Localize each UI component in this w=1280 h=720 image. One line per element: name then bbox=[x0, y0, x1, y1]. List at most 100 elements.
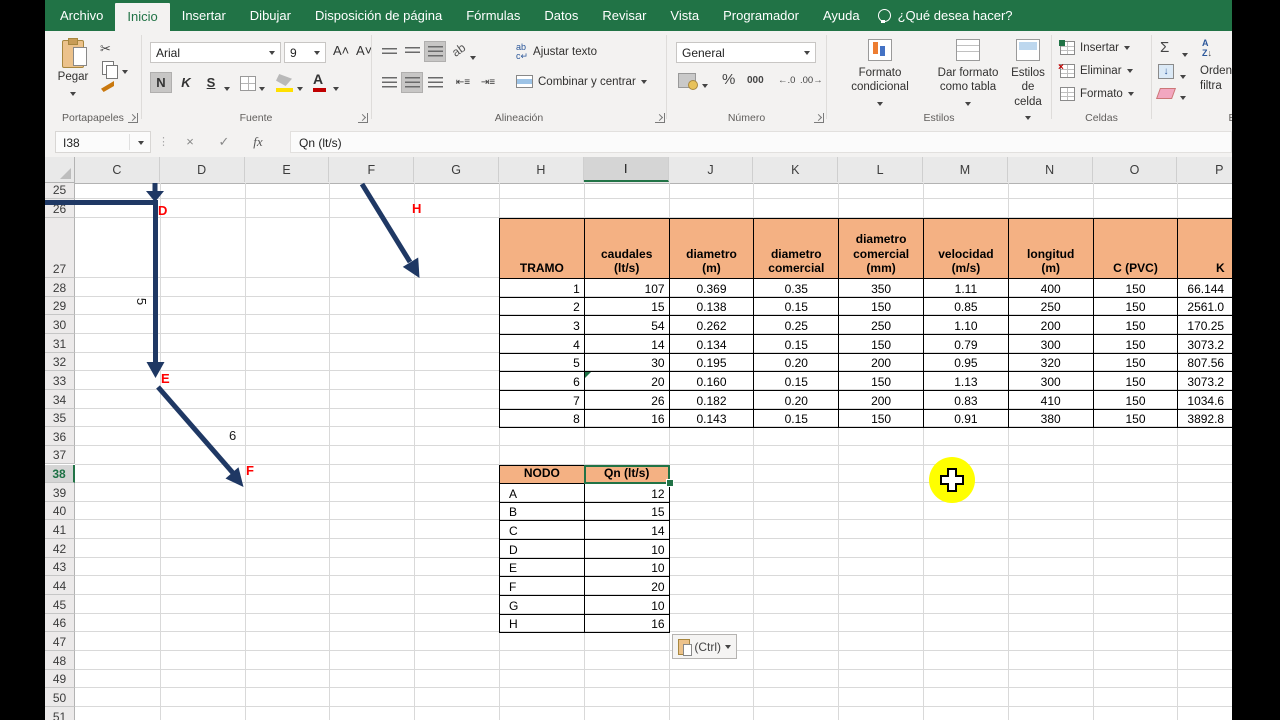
node-table-cell[interactable]: B bbox=[499, 501, 585, 522]
node-table-cell[interactable]: A bbox=[499, 483, 585, 503]
column-header-K[interactable]: K bbox=[753, 157, 839, 182]
wrap-text-button[interactable]: ab c↵ Ajustar texto bbox=[516, 43, 597, 61]
tab-dibujar[interactable]: Dibujar bbox=[238, 0, 303, 31]
pipe-table-cell[interactable]: 380 bbox=[1007, 408, 1094, 429]
pipe-table-cell[interactable]: 1 bbox=[499, 278, 585, 298]
pipe-table-cell[interactable]: 150 bbox=[1092, 352, 1179, 373]
align-left-button[interactable] bbox=[378, 72, 400, 93]
column-header-O[interactable]: O bbox=[1093, 157, 1178, 182]
node-table-cell[interactable]: 14 bbox=[583, 520, 670, 541]
tab-archivo[interactable]: Archivo bbox=[48, 0, 115, 31]
column-header-F[interactable]: F bbox=[329, 157, 415, 182]
pipe-table-cell[interactable]: 150 bbox=[838, 296, 924, 317]
pipe-table-header[interactable]: C (PVC) bbox=[1092, 218, 1179, 279]
row-header-26[interactable]: 26 bbox=[45, 199, 75, 218]
pipe-table-cell[interactable]: 8 bbox=[499, 408, 585, 429]
fill-handle[interactable] bbox=[665, 479, 674, 488]
formula-input[interactable]: Qn (lt/s) bbox=[290, 131, 1232, 153]
row-header-46[interactable]: 46 bbox=[45, 613, 75, 633]
decrease-font-icon[interactable]: A˅ bbox=[356, 43, 372, 58]
diagram-label-6[interactable]: 6 bbox=[229, 428, 236, 443]
conditional-formatting-button[interactable]: Formato condicional bbox=[836, 39, 924, 113]
column-header-I[interactable]: I bbox=[583, 157, 669, 182]
tab-ayuda[interactable]: Ayuda bbox=[811, 0, 872, 31]
bold-button[interactable]: N bbox=[150, 72, 172, 93]
diagram-label-H[interactable]: H bbox=[412, 201, 421, 216]
pipe-table-cell[interactable]: 0.20 bbox=[753, 389, 840, 410]
decrease-indent-icon[interactable]: ⇤≡ bbox=[452, 72, 474, 93]
align-right-button[interactable] bbox=[424, 72, 446, 93]
pipe-table-cell[interactable]: 410 bbox=[1007, 389, 1094, 410]
tab-inicio[interactable]: Inicio bbox=[115, 3, 170, 31]
cut-button[interactable]: ✂ bbox=[100, 41, 111, 57]
pipe-table-cell[interactable]: 0.25 bbox=[753, 315, 840, 335]
row-header-34[interactable]: 34 bbox=[45, 389, 75, 409]
align-center-button[interactable] bbox=[401, 72, 423, 93]
pipe-table-cell[interactable]: 0.20 bbox=[753, 352, 840, 373]
pipe-table-header[interactable]: diametro comercial bbox=[753, 218, 840, 279]
pipe-table-cell[interactable]: 0.15 bbox=[753, 408, 840, 429]
column-header-C[interactable]: C bbox=[75, 157, 160, 182]
pipe-table-cell[interactable]: 200 bbox=[838, 389, 924, 410]
accounting-format-icon[interactable] bbox=[678, 73, 698, 90]
row-header-27[interactable]: 27 bbox=[45, 218, 75, 278]
node-table-cell[interactable]: 10 bbox=[583, 595, 670, 615]
node-table-cell[interactable]: D bbox=[499, 539, 585, 559]
orientation-dropdown[interactable] bbox=[470, 49, 476, 67]
increase-indent-icon[interactable]: ⇥≡ bbox=[477, 72, 499, 93]
sort-filter-button[interactable]: Orden bbox=[1200, 65, 1232, 77]
format-painter-button[interactable] bbox=[101, 81, 114, 92]
pipe-table-cell[interactable]: 0.95 bbox=[923, 352, 1009, 373]
pipe-table-header[interactable]: diametro (m) bbox=[668, 218, 755, 279]
pipe-table-cell[interactable]: 150 bbox=[838, 408, 924, 429]
number-dialog-launcher[interactable] bbox=[814, 113, 824, 123]
pipe-table-cell[interactable]: 0.15 bbox=[753, 371, 840, 391]
row-header-25[interactable]: 25 bbox=[45, 183, 75, 199]
fill-color-icon[interactable] bbox=[276, 74, 292, 86]
fill-dropdown[interactable] bbox=[1180, 68, 1186, 86]
pipe-table-header[interactable]: velocidad (m/s) bbox=[923, 218, 1009, 279]
increase-font-icon[interactable]: A˄ bbox=[333, 43, 349, 58]
tab-insertar[interactable]: Insertar bbox=[170, 0, 238, 31]
paste-options-button[interactable]: (Ctrl) bbox=[672, 634, 737, 659]
pipe-table-cell[interactable]: 0.85 bbox=[923, 296, 1009, 317]
pipe-table-cell[interactable]: 0.15 bbox=[753, 333, 840, 354]
row-header-50[interactable]: 50 bbox=[45, 688, 75, 707]
pipe-table-cell[interactable]: 0.160 bbox=[668, 371, 755, 391]
row-header-31[interactable]: 31 bbox=[45, 333, 75, 353]
align-bottom-button[interactable] bbox=[424, 41, 446, 62]
tab-programador[interactable]: Programador bbox=[711, 0, 811, 31]
row-header-38[interactable]: 38 bbox=[45, 464, 75, 484]
merge-center-button[interactable]: Combinar y centrar bbox=[516, 75, 647, 88]
row-header-37[interactable]: 37 bbox=[45, 445, 75, 465]
pipe-table-cell[interactable]: 16 bbox=[583, 408, 670, 429]
enter-icon[interactable]: ✓ bbox=[212, 131, 236, 153]
row-header-35[interactable]: 35 bbox=[45, 408, 75, 428]
comma-style-button[interactable]: 000 bbox=[747, 75, 764, 86]
pipe-table-cell[interactable]: 200 bbox=[838, 352, 924, 373]
format-as-table-button[interactable]: Dar formato como tabla bbox=[928, 39, 1008, 113]
row-header-39[interactable]: 39 bbox=[45, 483, 75, 502]
node-table-cell[interactable]: E bbox=[499, 557, 585, 578]
pipe-table-cell[interactable]: 0.182 bbox=[668, 389, 755, 410]
percent-style-button[interactable]: % bbox=[722, 71, 735, 88]
pipe-table-cell[interactable]: 1.10 bbox=[923, 315, 1009, 335]
tab-datos[interactable]: Datos bbox=[532, 0, 590, 31]
fill-button[interactable]: ↓ bbox=[1158, 64, 1174, 79]
pipe-table-cell[interactable]: 2 bbox=[499, 296, 585, 317]
column-header-H[interactable]: H bbox=[499, 157, 584, 182]
number-format-combo[interactable]: General bbox=[676, 42, 816, 63]
row-header-40[interactable]: 40 bbox=[45, 501, 75, 521]
row-header-28[interactable]: 28 bbox=[45, 278, 75, 297]
row-header-51[interactable]: 51 bbox=[45, 706, 75, 720]
pipe-table-cell[interactable]: 150 bbox=[1092, 278, 1179, 298]
name-box[interactable]: I38 bbox=[55, 131, 151, 153]
pipe-table-cell[interactable]: 400 bbox=[1007, 278, 1094, 298]
pipe-table-cell[interactable]: 0.15 bbox=[753, 296, 840, 317]
pipe-table-cell[interactable]: 0.134 bbox=[668, 333, 755, 354]
pipe-table-cell[interactable]: 200 bbox=[1007, 315, 1094, 335]
increase-decimal-button[interactable]: ←.0 bbox=[778, 75, 795, 86]
fill-color-dropdown[interactable] bbox=[297, 80, 303, 98]
tab-vista[interactable]: Vista bbox=[658, 0, 711, 31]
pipe-table-cell[interactable]: 4 bbox=[499, 333, 585, 354]
